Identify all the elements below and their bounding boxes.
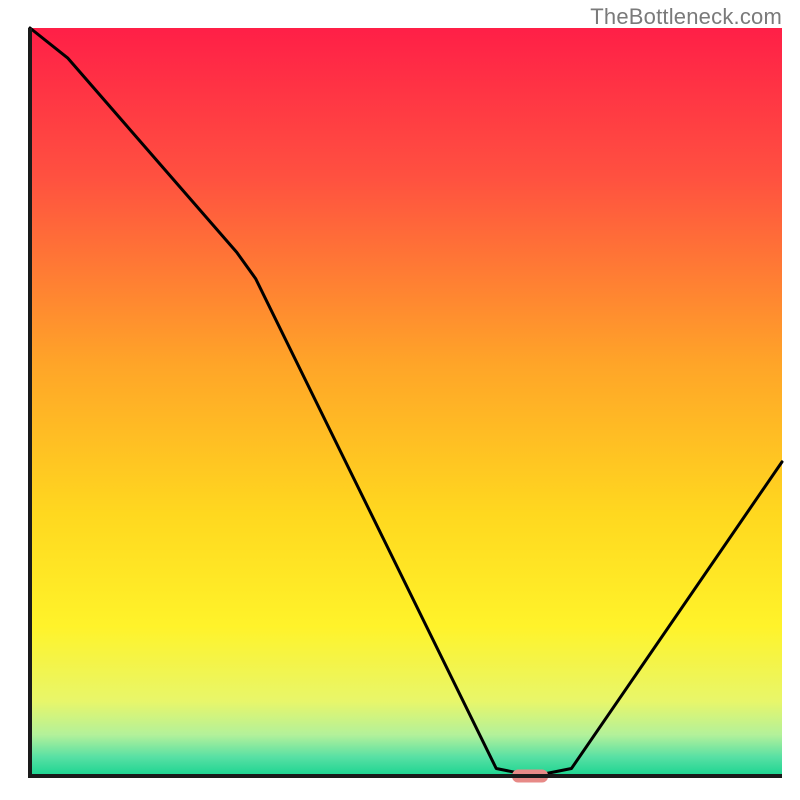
watermark-text: TheBottleneck.com [590,4,782,30]
chart-container: { "watermark": "TheBottleneck.com", "cha… [0,0,800,800]
plot-background [30,28,782,776]
bottleneck-chart [0,0,800,800]
